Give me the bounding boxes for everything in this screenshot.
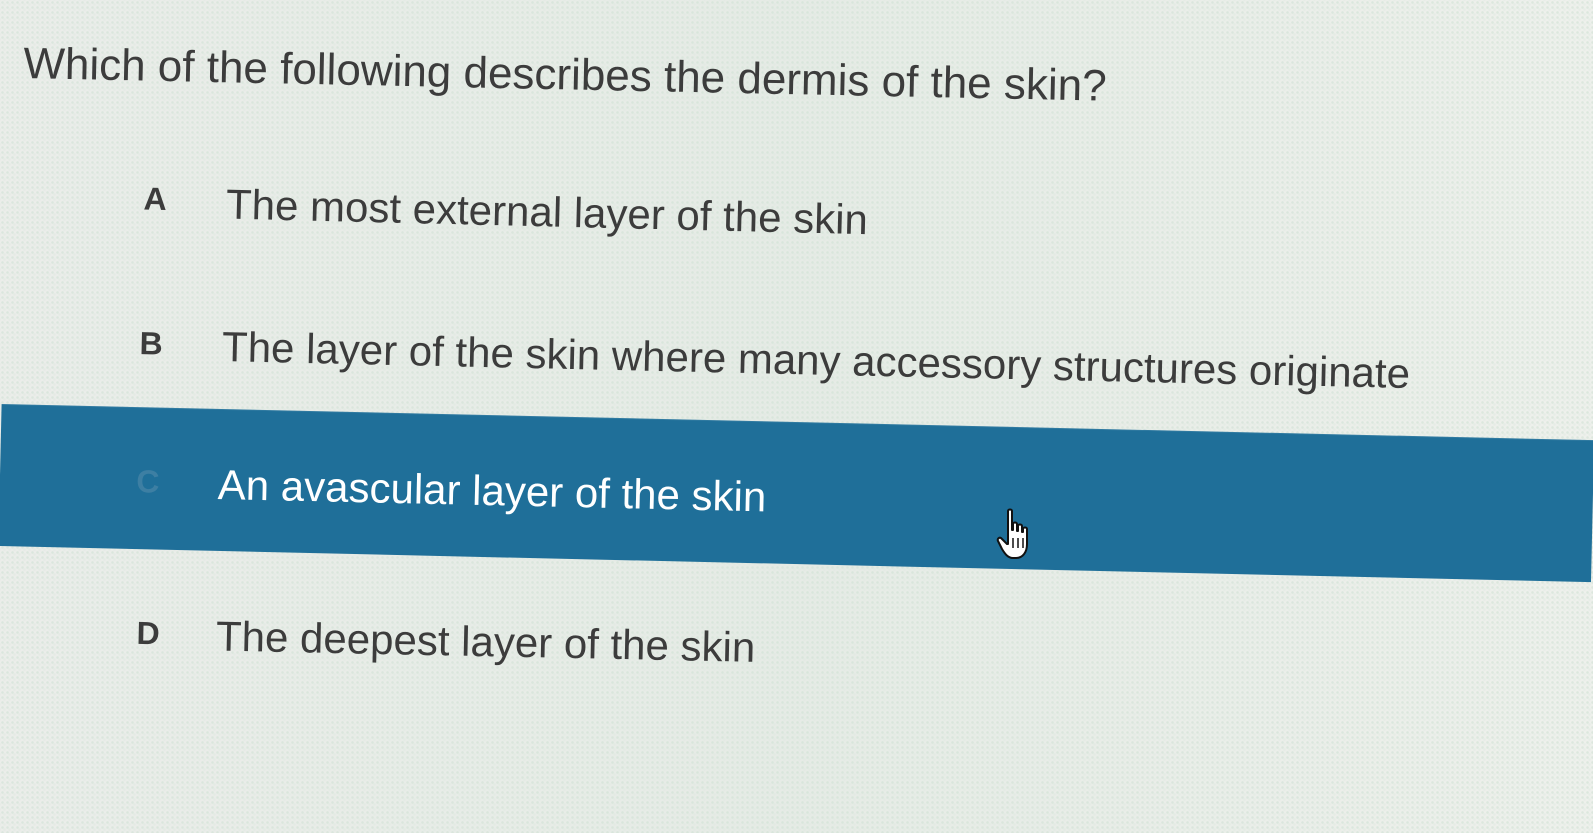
option-letter: D — [136, 614, 161, 652]
option-letter: B — [139, 325, 164, 362]
option-text: An avascular layer of the skin — [217, 460, 767, 521]
option-text: The deepest layer of the skin — [215, 612, 756, 671]
answer-options: A The most external layer of the skin B … — [0, 0, 1593, 833]
option-text: The most external layer of the skin — [225, 180, 869, 244]
option-d[interactable]: D The deepest layer of the skin — [0, 568, 1593, 741]
option-letter: C — [135, 463, 160, 500]
option-letter: A — [143, 180, 168, 218]
hand-pointer-icon — [996, 508, 1028, 559]
option-text: The layer of the skin where many accesso… — [221, 323, 1411, 397]
